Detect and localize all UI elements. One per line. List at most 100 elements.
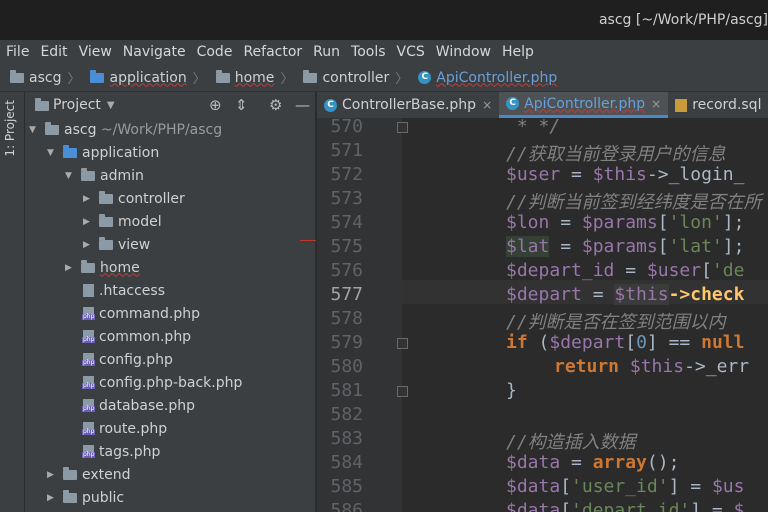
- tree-item-label: admin: [100, 167, 144, 184]
- line-number: 580: [330, 356, 363, 377]
- tree-item-tags-php[interactable]: tags.php: [82, 440, 160, 463]
- menu-code[interactable]: Code: [197, 44, 233, 60]
- tree-item-label: model: [118, 213, 162, 230]
- collapse-arrow-icon[interactable]: ▶: [47, 493, 63, 503]
- code-editor[interactable]: 570 571 572 573 574 575 576 577 578 579 …: [317, 118, 768, 512]
- close-icon[interactable]: ×: [482, 98, 492, 112]
- tree-item-model[interactable]: ▶ model: [83, 210, 162, 233]
- code-token: ->_err: [684, 356, 750, 377]
- close-icon[interactable]: ×: [651, 97, 661, 111]
- tab-apicontroller[interactable]: C ApiController.php ×: [499, 92, 669, 118]
- collapse-arrow-icon[interactable]: ▶: [83, 240, 99, 250]
- line-number: 575: [330, 236, 363, 257]
- breadcrumb-home[interactable]: home 〉: [215, 68, 294, 87]
- code-comment: //判断当前签到经纬度是否在所: [506, 192, 762, 213]
- tab-record-sql[interactable]: record.sql: [668, 92, 768, 118]
- tree-item-home[interactable]: ▶ home: [65, 256, 140, 279]
- line-gutter: 570 571 572 573 574 575 576 577 578 579 …: [317, 118, 408, 512]
- php-file-icon: [82, 399, 96, 412]
- fold-marker-icon[interactable]: [397, 122, 408, 133]
- code-line: $lon = $params['lon'];: [506, 212, 744, 233]
- menu-vcs[interactable]: VCS: [397, 44, 425, 60]
- menu-run[interactable]: Run: [313, 44, 340, 60]
- fold-marker-icon[interactable]: [397, 386, 408, 397]
- tree-item-extend[interactable]: ▶ extend: [47, 463, 131, 486]
- tree-item-label: ascg: [64, 121, 97, 138]
- breadcrumb-apicontroller[interactable]: C ApiController.php: [418, 70, 557, 86]
- expand-arrow-icon[interactable]: ▼: [65, 171, 81, 181]
- code-token: $params: [581, 236, 658, 257]
- fold-marker-icon[interactable]: [397, 338, 408, 349]
- menu-tools[interactable]: Tools: [351, 44, 386, 60]
- menu-file[interactable]: File: [6, 44, 29, 60]
- code-token: ] =: [690, 500, 734, 512]
- tree-item-label: home: [100, 259, 140, 276]
- code-line: $depart = $this->check: [506, 284, 744, 305]
- code-token: [: [625, 332, 637, 353]
- line-number: 572: [330, 164, 363, 185]
- menu-edit[interactable]: Edit: [40, 44, 67, 60]
- tree-item-application[interactable]: ▼ application: [47, 141, 159, 164]
- tree-item-config-php[interactable]: config.php: [82, 348, 173, 371]
- folder-icon: [81, 167, 95, 181]
- expand-arrow-icon[interactable]: ▼: [47, 148, 63, 158]
- tree-item-label: command.php: [99, 305, 200, 322]
- chevron-right-icon: 〉: [280, 72, 294, 87]
- tab-label: record.sql: [692, 97, 762, 113]
- tree-item-label: config.php: [99, 351, 173, 368]
- code-token: =: [581, 284, 615, 305]
- line-number: 574: [330, 212, 363, 233]
- project-tool-tab[interactable]: 1: Project: [3, 100, 17, 157]
- tree-item-admin[interactable]: ▼ admin: [65, 164, 144, 187]
- code-line: return $this->_err: [554, 356, 749, 377]
- tree-item-label: application: [82, 144, 160, 161]
- tree-item-route-php[interactable]: route.php: [82, 417, 167, 440]
- folder-icon: [99, 213, 113, 227]
- tree-item-config-back-php[interactable]: config.php-back.php: [82, 371, 242, 394]
- tree-item-database-php[interactable]: database.php: [82, 394, 195, 417]
- project-panel-title[interactable]: Project: [53, 97, 101, 113]
- code-token: (: [527, 332, 550, 353]
- folder-icon: [99, 190, 113, 204]
- collapse-icon[interactable]: ⇕: [235, 96, 248, 114]
- chevron-down-icon[interactable]: ▼: [107, 100, 115, 111]
- code-token: $this: [592, 164, 647, 185]
- tree-item-public[interactable]: ▶ public: [47, 486, 124, 509]
- hide-icon[interactable]: —: [295, 96, 310, 114]
- tree-item-controller[interactable]: ▶ controller: [83, 187, 185, 210]
- tree-item-common-php[interactable]: common.php: [82, 325, 191, 348]
- collapse-arrow-icon[interactable]: ▶: [83, 194, 99, 204]
- breadcrumb-ascg[interactable]: ascg 〉: [10, 68, 80, 87]
- tree-item-htaccess[interactable]: .htaccess: [83, 279, 165, 302]
- breadcrumb-label: ApiController.php: [436, 69, 558, 86]
- folder-icon: [90, 69, 105, 83]
- menu-view[interactable]: View: [79, 44, 112, 60]
- tree-item-command-php[interactable]: command.php: [82, 302, 200, 325]
- collapse-arrow-icon[interactable]: ▶: [47, 470, 63, 480]
- code-token: $user: [646, 260, 702, 281]
- code-line: }: [506, 380, 517, 401]
- tab-label: ControllerBase.php: [342, 97, 477, 113]
- php-file-icon: [82, 376, 96, 389]
- menu-navigate[interactable]: Navigate: [123, 44, 186, 60]
- tab-controllerbase[interactable]: C ControllerBase.php ×: [317, 92, 499, 118]
- tab-label: ApiController.php: [524, 95, 646, 112]
- tree-item-label: .htaccess: [99, 282, 165, 299]
- expand-arrow-icon[interactable]: ▼: [29, 125, 45, 135]
- php-file-icon: [82, 330, 96, 343]
- php-file-icon: [82, 353, 96, 366]
- tree-item-view[interactable]: ▶ view: [83, 233, 150, 256]
- menu-help[interactable]: Help: [502, 44, 534, 60]
- code-line: $user = $this->_login_: [506, 164, 744, 185]
- code-comment: //构造插入数据: [506, 432, 636, 453]
- collapse-arrow-icon[interactable]: ▶: [65, 263, 81, 273]
- tree-item-ascg[interactable]: ▼ ascg ~/Work/PHP/ascg: [29, 118, 222, 141]
- breadcrumb-controller[interactable]: controller 〉: [303, 68, 408, 87]
- collapse-arrow-icon[interactable]: ▶: [83, 217, 99, 227]
- locate-icon[interactable]: ⊕: [209, 96, 222, 114]
- breadcrumb-application[interactable]: application 〉: [90, 68, 206, 87]
- menu-refactor[interactable]: Refactor: [243, 44, 302, 60]
- menu-window[interactable]: Window: [436, 44, 491, 60]
- gear-icon[interactable]: ⚙: [269, 96, 282, 114]
- php-file-icon: [82, 307, 96, 320]
